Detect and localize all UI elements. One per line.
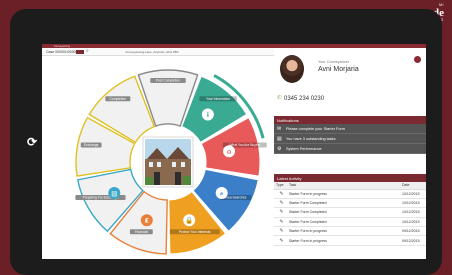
table-row[interactable]: ✎ Starter Form Completed 10/12/2015 (274, 217, 426, 228)
activity-date: 09/12/2015 (400, 226, 426, 237)
wheel-segment-label: Exchange (84, 143, 99, 147)
edit-icon: ✎ (274, 189, 287, 199)
message-icon: ✉ (277, 126, 282, 132)
activity-date: 10/12/2015 (400, 217, 426, 228)
activity-task: Starter Form in progress (287, 189, 400, 199)
activity-task: Starter Form Completed (287, 217, 400, 228)
wheel-segment-label: Post Completion (156, 79, 180, 83)
activity-header: Latest Activity (274, 174, 426, 182)
gear-icon: ⚙ (277, 146, 282, 152)
wheel-segment-label: What You Are Buying (229, 143, 260, 147)
wheel-segment-label: Your Information (206, 97, 230, 101)
edit-icon: ✎ (274, 235, 287, 246)
lock-icon-glyph: 🔒 (185, 217, 193, 225)
pound-icon-glyph: £ (145, 217, 150, 225)
app-screen: Conveyancing Case 000001/000001 ⌕ Convey… (42, 44, 426, 259)
activity-date: 10/12/2015 (400, 207, 426, 218)
activity-date: 09/12/2015 (400, 235, 426, 246)
notifications-header: Notifications (274, 116, 426, 124)
contact-card: Your Conveyancer Avni Morjaria ✆ 0345 23… (274, 48, 426, 113)
contact-role: Your Conveyancer (318, 60, 350, 64)
activity-task: Starter Form in progress (287, 235, 400, 246)
table-row[interactable]: ✎ Starter Form Completed 10/12/2015 (274, 207, 426, 218)
activity-date: 10/12/2015 (400, 198, 426, 209)
wheel-segment-label: Area Searches (225, 196, 247, 200)
edit-icon: ✎ (274, 226, 287, 237)
property-address: Conveyancing Lane, Anytown, AN1 2BC (125, 50, 179, 55)
column-header-task: Task (287, 182, 400, 190)
table-row[interactable]: ✎ Starter Form Completed 10/12/2015 (274, 198, 426, 209)
table-row[interactable]: ✎ Starter Form in progress 10/12/2015 (274, 189, 426, 199)
table-row[interactable]: ✎ Starter Form in progress 09/12/2015 (274, 226, 426, 237)
notification-text: You have 3 outstanding tasks (286, 137, 336, 141)
contact-phone[interactable]: 0345 234 0230 (284, 96, 324, 102)
property-photo (142, 136, 194, 188)
notification-text: System Performance (286, 147, 322, 151)
right-panel: Your Conveyancer Avni Morjaria ✆ 0345 23… (274, 48, 426, 259)
phone-icon: ✆ (277, 95, 282, 101)
search-icon[interactable]: ⌕ (86, 49, 89, 54)
notification-item[interactable]: ⚙ System Performance (274, 144, 426, 154)
activity-task: Starter Form Completed (287, 198, 400, 209)
edit-icon: ✎ (274, 207, 287, 218)
case-bar: Case 000001/000001 ⌕ Conveyancing Lane, … (42, 48, 274, 56)
activity-date: 10/12/2015 (400, 189, 426, 199)
notification-text: Please complete your Starter Form (286, 127, 345, 131)
activity-table: Type Task Date ✎ Starter Form in progres… (274, 182, 426, 246)
column-header-type: Type (274, 182, 287, 190)
notification-item[interactable]: ▤ You have 3 outstanding tasks (274, 134, 426, 144)
activity-header-row: Type Task Date (274, 182, 426, 190)
contact-menu-button[interactable] (414, 56, 421, 63)
table-row[interactable]: ✎ Starter Form in progress 09/12/2015 (274, 235, 426, 246)
home-icon-glyph: ⌂ (227, 148, 232, 156)
tablet-home-icon[interactable]: ⟳ (27, 136, 37, 148)
activity-task: Starter Form Completed (287, 207, 400, 218)
search-icon-glyph: ⌕ (219, 189, 224, 197)
case-selector-button[interactable] (76, 50, 84, 54)
wheel-segment-label: Protect Your Interests (179, 230, 211, 234)
info-icon-glyph: i (207, 111, 209, 119)
edit-icon: ✎ (274, 198, 287, 209)
column-header-date: Date (400, 182, 426, 190)
edit-icon: ✎ (274, 217, 287, 228)
avatar (280, 55, 304, 83)
panel-bottom (274, 255, 426, 259)
contact-name: Avni Morjaria (318, 66, 359, 73)
activity-task: Starter Form in progress (287, 226, 400, 237)
document-icon: ▤ (277, 136, 282, 142)
notification-item[interactable]: ✉ Please complete your Starter Form (274, 124, 426, 134)
progress-wheel: Your Information i What You Are Buying⌂ Are… (75, 69, 267, 255)
case-reference: Case 000001/000001 (46, 50, 80, 54)
wheel-segment-label: Financial (135, 230, 148, 234)
wheel-segment-label: Completion (110, 97, 127, 101)
document-icon-glyph: ▤ (111, 189, 117, 197)
